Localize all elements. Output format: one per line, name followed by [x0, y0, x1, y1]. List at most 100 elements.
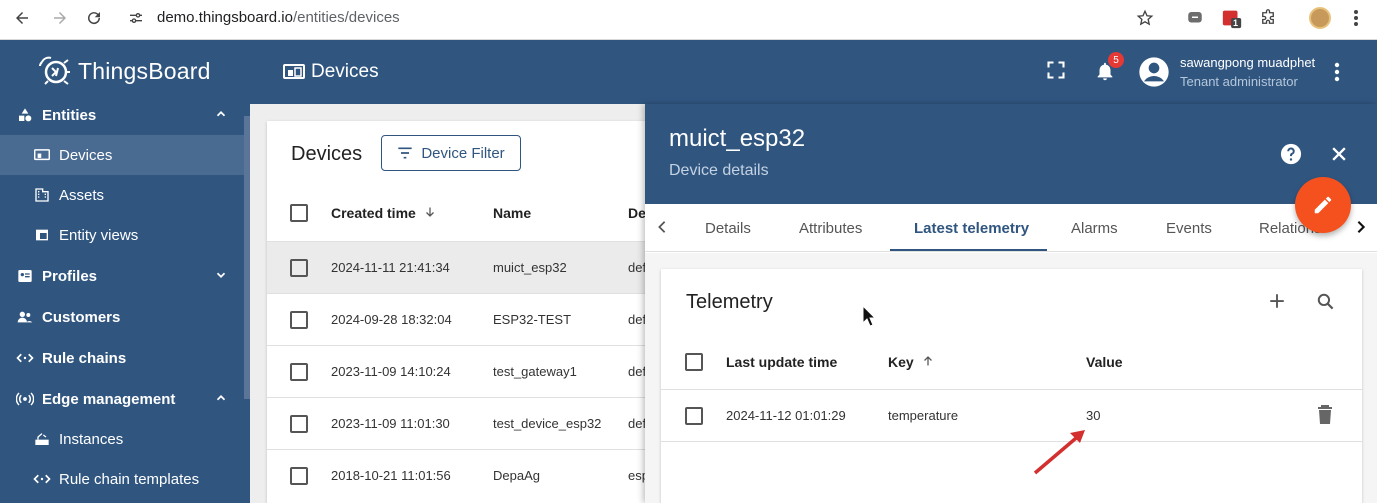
mouse-cursor-icon [862, 305, 876, 327]
search-icon[interactable] [1316, 292, 1335, 311]
help-icon[interactable] [1280, 143, 1302, 165]
device-filter-button[interactable]: Device Filter [381, 135, 521, 171]
address-bar[interactable]: demo.thingsboard.io/entities/devices [157, 9, 400, 26]
telemetry-row-checkbox[interactable] [685, 407, 703, 425]
sidebar-item-entities[interactable]: Entities [0, 95, 244, 135]
sidebar-item-assets[interactable]: Assets [0, 175, 244, 215]
tab-latest-telemetry[interactable]: Latest telemetry [914, 220, 1029, 237]
browser-menu-icon[interactable] [1344, 6, 1368, 30]
table-row[interactable]: 2023-11-09 11:01:30 test_device_esp32 de… [267, 397, 667, 449]
select-all-checkbox[interactable] [290, 204, 308, 222]
cell-profile: def [628, 312, 647, 327]
row-checkbox[interactable] [290, 415, 308, 433]
edge-icon [16, 390, 34, 408]
table-row[interactable]: 2024-11-11 21:41:34 muict_esp32 def [267, 241, 667, 293]
sidebar-item-label: Edge management [42, 390, 176, 408]
sidebar-item-label: Profiles [42, 267, 98, 285]
bookmark-star-icon[interactable] [1133, 6, 1157, 30]
cell-name: DepaAg [493, 468, 540, 483]
url-path: /entities/devices [292, 9, 400, 26]
sidebar-item-customers[interactable]: Customers [0, 297, 244, 337]
sidebar-item-profiles[interactable]: Profiles [0, 256, 244, 296]
profile-avatar[interactable] [1308, 6, 1332, 30]
cell-profile: def [628, 416, 647, 431]
row-checkbox[interactable] [290, 311, 308, 329]
forward-arrow-icon[interactable] [48, 6, 72, 30]
chevron-up-icon [216, 395, 226, 401]
user-name: sawangpong muadphet [1180, 55, 1316, 70]
row-checkbox[interactable] [290, 363, 308, 381]
tabs-scroll-right-icon[interactable] [1355, 220, 1367, 234]
extension-calendar-icon[interactable]: 1 [1220, 6, 1244, 30]
edit-fab-button[interactable] [1295, 177, 1351, 233]
row-checkbox[interactable] [290, 467, 308, 485]
sidebar-item-entity-views[interactable]: Entity views [0, 215, 244, 255]
column-header-created-time[interactable]: Created time [331, 205, 436, 221]
device-details-subtitle: Device details [669, 162, 769, 179]
delete-trash-icon[interactable] [1317, 405, 1333, 425]
cell-created-time: 2024-11-11 21:41:34 [331, 260, 450, 275]
add-icon[interactable] [1268, 292, 1286, 310]
sidebar-item-label: Devices [59, 146, 113, 164]
sidebar-item-rule-chains[interactable]: Rule chains [0, 338, 244, 378]
back-arrow-icon[interactable] [10, 6, 34, 30]
entities-icon [16, 106, 34, 124]
column-header-key[interactable]: Key [888, 354, 934, 370]
extensions-puzzle-icon[interactable] [1256, 6, 1280, 30]
row-checkbox[interactable] [290, 259, 308, 277]
tab-attributes[interactable]: Attributes [799, 220, 862, 237]
cell-value: 30 [1086, 408, 1101, 423]
user-avatar-icon[interactable] [1138, 56, 1170, 88]
reload-icon[interactable] [82, 6, 106, 30]
chevron-down-icon [216, 272, 226, 278]
tab-details[interactable]: Details [705, 220, 751, 237]
sidebar-item-devices[interactable]: Devices [0, 135, 244, 175]
close-icon[interactable] [1329, 144, 1349, 164]
instances-icon [33, 430, 51, 448]
url-host: demo.thingsboard.io [157, 9, 293, 26]
column-header-last-update-time[interactable]: Last update time [726, 354, 837, 370]
sort-arrow-down-icon [425, 207, 434, 217]
table-row[interactable]: 2023-11-09 14:10:24 test_gateway1 def [267, 345, 667, 397]
column-header-name[interactable]: Name [493, 205, 531, 221]
cell-name: test_gateway1 [493, 364, 577, 379]
table-row[interactable]: 2018-10-21 11:01:56 DepaAg esp [267, 449, 667, 501]
logo-text: ThingsBoard [78, 57, 211, 84]
chevron-up-icon [216, 111, 226, 117]
entity-views-icon [33, 226, 51, 244]
user-role: Tenant administrator [1180, 74, 1298, 89]
fullscreen-icon[interactable] [1046, 60, 1066, 80]
sidebar-item-rule-chain-templates[interactable]: Rule chain templates [0, 459, 244, 499]
extension-chat-icon[interactable] [1183, 6, 1207, 30]
device-details-header [645, 104, 1377, 204]
sidebar-item-label: Customers [42, 308, 121, 326]
logo[interactable]: ThingsBoard [36, 54, 211, 88]
sidebar-item-edge-management[interactable]: Edge management [0, 379, 244, 419]
tab-alarms[interactable]: Alarms [1071, 220, 1118, 237]
table-row[interactable]: 2024-09-28 18:32:04 ESP32-TEST def [267, 293, 667, 345]
page-title: Devices [283, 61, 379, 83]
sidebar-item-label: Rule chains [42, 349, 127, 367]
column-header-value[interactable]: Value [1086, 354, 1123, 370]
cell-name: test_device_esp32 [493, 416, 602, 431]
telemetry-select-all-checkbox[interactable] [685, 353, 703, 371]
more-vert-icon[interactable] [1334, 62, 1340, 82]
cell-created-time: 2023-11-09 11:01:30 [331, 416, 450, 431]
page-title-text: Devices [311, 61, 379, 82]
cell-created-time: 2018-10-21 11:01:56 [331, 468, 451, 483]
devices-icon [283, 64, 305, 79]
sidebar-item-label: Instances [59, 430, 124, 448]
cell-profile: def [628, 260, 647, 275]
rule-chains-icon [16, 349, 34, 367]
tab-events[interactable]: Events [1166, 220, 1212, 237]
sidebar-item-label: Rule chain templates [59, 470, 200, 488]
sidebar-item-instances[interactable]: Instances [0, 419, 244, 459]
site-info-icon[interactable] [124, 6, 148, 30]
customers-icon [16, 308, 34, 326]
tabs-scroll-left-icon[interactable] [656, 220, 668, 234]
column-header-label: Key [888, 354, 914, 370]
column-header-profile[interactable]: De [628, 205, 646, 221]
active-tab-indicator [890, 249, 1047, 251]
column-header-label: Created time [331, 205, 416, 221]
cell-key: temperature [888, 408, 959, 423]
